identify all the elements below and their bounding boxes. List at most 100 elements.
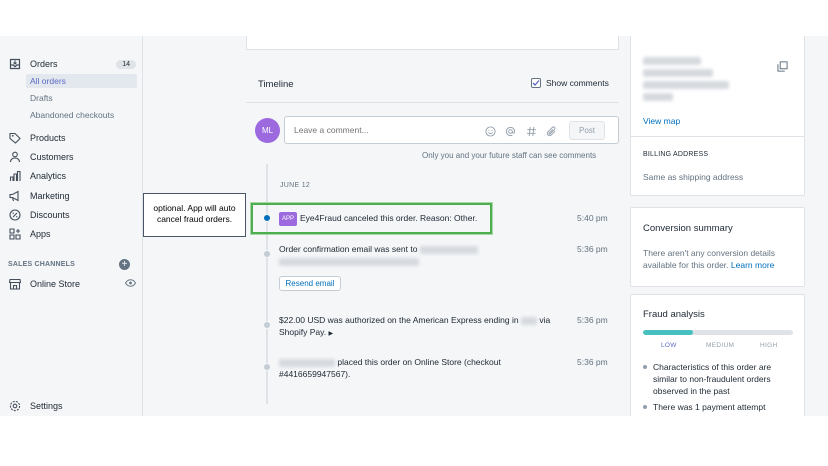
hashtag-icon[interactable] [525, 125, 537, 137]
billing-address-heading: BILLING ADDRESS [643, 151, 709, 158]
conversion-summary-title: Conversion summary [643, 223, 733, 234]
sidebar-item-label: Online Store [30, 279, 81, 289]
conversion-line: available for this order. [643, 260, 729, 270]
view-map-link[interactable]: View map [643, 115, 680, 127]
event-text: Order confirmation email was sent to [279, 244, 418, 254]
discount-icon [8, 209, 21, 222]
redacted-email [419, 245, 478, 254]
person-icon [8, 151, 21, 164]
conversion-summary-card: Conversion summary There aren't any conv… [630, 207, 805, 287]
fraud-indicator-line: Characteristics of this order are [653, 362, 772, 372]
sidebar-item-products[interactable]: Products [8, 130, 66, 146]
fraud-analysis-card: Fraud analysis LOW MEDIUM HIGH Character… [630, 294, 805, 416]
sidebar-item-label: Settings [30, 401, 63, 411]
fraud-indicator: There was 1 payment attempt [643, 401, 803, 413]
event-text: #4416659947567). [279, 369, 351, 379]
billing-address-value: Same as shipping address [643, 172, 744, 182]
event-time: 5:40 pm [577, 213, 608, 223]
comment-input[interactable] [294, 125, 464, 135]
show-comments-label: Show comments [546, 78, 609, 88]
post-button[interactable]: Post [569, 121, 605, 140]
sidebar-item-discounts[interactable]: Discounts [8, 207, 70, 223]
sidebar-item-label: Analytics [30, 171, 67, 181]
orders-count-badge: 14 [116, 59, 136, 69]
fraud-risk-bar [643, 330, 793, 335]
timeline-event-placed: placed this order on Online Store (check… [279, 356, 569, 380]
conversion-line: There aren't any conversion details [643, 248, 776, 258]
sidebar: Orders 14 All orders Drafts Abandoned ch… [0, 36, 143, 416]
attachment-icon[interactable] [545, 125, 557, 137]
staff-note: Only you and your future staff can see c… [422, 151, 597, 160]
sidebar-item-label: Products [30, 133, 66, 143]
show-comments-toggle[interactable]: Show comments [531, 78, 609, 88]
redacted-card-digits [520, 316, 537, 325]
sidebar-item-marketing[interactable]: Marketing [8, 188, 70, 204]
timeline-dot [263, 363, 271, 371]
sidebar-item-orders[interactable]: Orders 14 [8, 56, 136, 72]
risk-label-medium: MEDIUM [706, 342, 735, 349]
gear-icon [8, 400, 21, 413]
bar-chart-icon [8, 170, 21, 183]
customer-card: View map BILLING ADDRESS Same as shippin… [630, 36, 805, 196]
emoji-icon[interactable] [484, 125, 496, 137]
mention-icon[interactable] [504, 125, 516, 137]
eye-icon[interactable] [124, 279, 137, 289]
sidebar-subitem-all-orders[interactable]: All orders [26, 74, 137, 88]
event-time: 5:36 pm [577, 357, 608, 367]
redacted-address-line [643, 93, 673, 101]
timeline-dot [263, 321, 271, 329]
orders-icon [8, 58, 21, 71]
annotation-line: cancel fraud orders. [156, 214, 233, 224]
timeline-event-authorized: $22.00 USD was authorized on the America… [279, 314, 569, 340]
resend-email-button[interactable]: Resend email [279, 276, 341, 291]
timeline-date: JUNE 12 [280, 182, 311, 189]
card-divider [631, 136, 804, 137]
store-icon [8, 278, 21, 291]
sidebar-item-label: Customers [30, 152, 74, 162]
event-text: placed this order on Online Store (check… [337, 357, 501, 367]
redacted-customer-name [279, 358, 335, 367]
sidebar-item-settings[interactable]: Settings [8, 398, 63, 414]
fraud-indicator-line: observed in the past [653, 386, 730, 396]
risk-label-high: HIGH [760, 342, 778, 349]
timeline-divider [246, 102, 619, 103]
apps-icon [8, 228, 21, 241]
risk-label-low: LOW [661, 342, 677, 349]
redacted-address-line [643, 57, 701, 65]
sidebar-item-online-store[interactable]: Online Store [8, 276, 137, 292]
fraud-risk-fill [643, 330, 693, 335]
avatar: ML [255, 118, 280, 143]
sidebar-item-apps[interactable]: Apps [8, 226, 51, 242]
event-time: 5:36 pm [577, 315, 608, 325]
event-text: Shopify Pay. [279, 327, 327, 337]
sidebar-item-label: Apps [30, 229, 51, 239]
event-time: 5:36 pm [577, 244, 608, 254]
sidebar-item-customers[interactable]: Customers [8, 149, 74, 165]
show-comments-checkbox[interactable] [531, 78, 541, 88]
sidebar-item-analytics[interactable]: Analytics [8, 168, 66, 184]
add-sales-channel-icon[interactable]: + [119, 259, 130, 270]
event-text: $22.00 USD was authorized on the America… [279, 315, 519, 325]
expand-caret-icon[interactable]: ▶ [328, 331, 333, 337]
comment-box: Post [284, 116, 619, 144]
timeline-title: Timeline [258, 79, 294, 90]
sidebar-item-label: Discounts [30, 210, 70, 220]
redacted-address-line [643, 81, 729, 89]
timeline-dot [263, 250, 271, 258]
tag-icon [8, 132, 21, 145]
sidebar-subitem-abandoned-checkouts[interactable]: Abandoned checkouts [26, 108, 137, 122]
fraud-indicator-line: similar to non-fraudulent orders [653, 374, 771, 384]
learn-more-link[interactable]: Learn more [731, 260, 774, 270]
copy-icon[interactable] [777, 59, 788, 77]
order-card-bottom-edge [246, 36, 619, 50]
fraud-indicator: Characteristics of this order are simila… [643, 361, 803, 397]
shopify-admin: Orders 14 All orders Drafts Abandoned ch… [0, 36, 828, 416]
highlight-box [251, 203, 492, 234]
megaphone-icon [8, 190, 21, 203]
conversion-summary-text: There aren't any conversion details avai… [643, 247, 775, 271]
annotation-line: optional. App will auto [153, 203, 236, 213]
sidebar-subitem-drafts[interactable]: Drafts [26, 91, 137, 105]
redacted-email-line2 [279, 257, 419, 266]
sidebar-item-label: Orders [30, 59, 58, 69]
annotation-callout: optional. App will auto cancel fraud ord… [143, 193, 246, 237]
